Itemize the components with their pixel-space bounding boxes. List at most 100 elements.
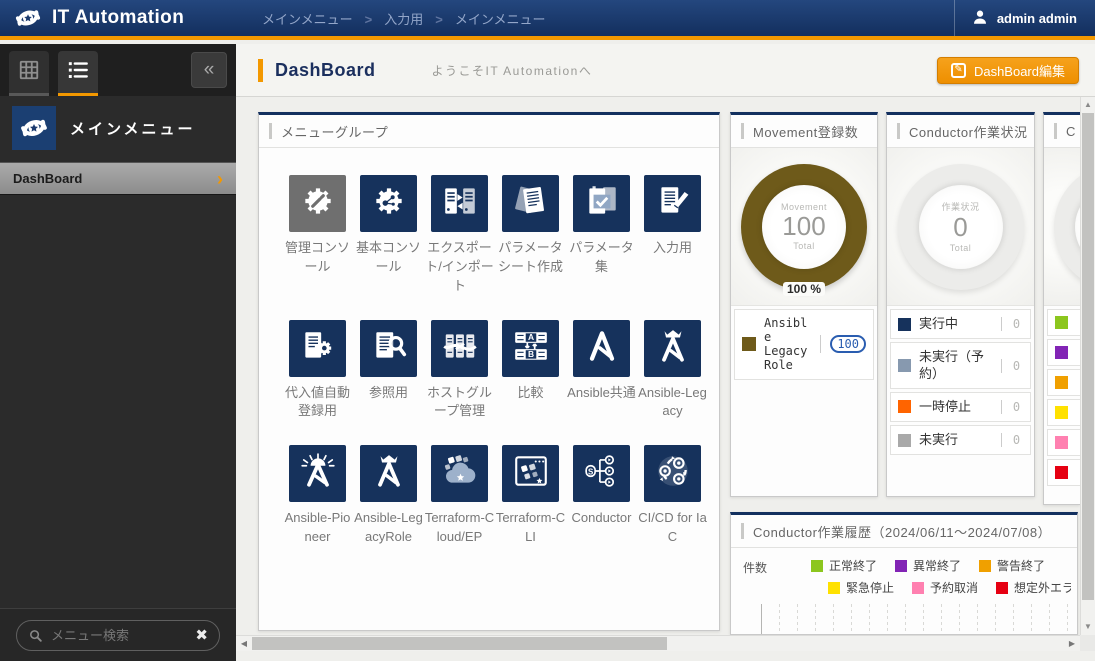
donut-total-label: Total <box>793 241 815 251</box>
history-legend-label: 警告終了 <box>997 557 1045 574</box>
dashboard-edit-button[interactable]: ✎ DashBoard編集 <box>937 57 1079 84</box>
history-legend-item: 異常終了 <box>895 557 961 574</box>
menu-group-tile[interactable]: 基本コンソール <box>353 175 424 296</box>
breadcrumb-item[interactable]: 入力用 <box>384 9 455 28</box>
history-y-axis-label: 件数 <box>743 559 767 596</box>
legend-color-swatch <box>811 560 823 572</box>
vertical-scrollbar[interactable]: ▲ ▼ <box>1080 97 1095 635</box>
dashboard-content: メニューグループ 管理コンソール 基本コンソール エクスポート/インポート <box>236 97 1080 635</box>
menu-tile-label: 参照用 <box>353 384 424 403</box>
breadcrumb-item[interactable]: メインメニュー <box>455 9 546 28</box>
menu-group-tile[interactable]: CI/CD for IaC <box>637 445 708 547</box>
menu-tile-icon <box>441 452 479 495</box>
it-automation-app: IT Automation メインメニュー入力用メインメニュー admin ad… <box>0 0 1095 661</box>
menu-group-tile[interactable]: Terraform-CLI <box>495 445 566 547</box>
menu-group-title: メニューグループ <box>281 122 388 141</box>
menu-group-tile[interactable]: AB 比較 <box>495 320 566 422</box>
scroll-down-arrow-icon[interactable]: ▼ <box>1081 620 1095 634</box>
movement-panel-title: Movement登録数 <box>753 122 858 141</box>
history-legend-item: 警告終了 <box>979 557 1045 574</box>
menu-group-tile[interactable]: Terraform-Cloud/EP <box>424 445 495 547</box>
menu-group-tile[interactable]: パラメータ集 <box>566 175 637 296</box>
scrollbar-corner <box>1080 635 1095 651</box>
horizontal-scroll-thumb[interactable] <box>252 637 667 650</box>
legend-color-swatch <box>1055 376 1068 389</box>
scroll-right-arrow-icon[interactable]: ▶ <box>1065 636 1079 651</box>
clipped-legend-row <box>1047 399 1080 426</box>
grid-icon <box>18 59 40 86</box>
menu-group-tile[interactable]: エクスポート/インポート <box>424 175 495 296</box>
horizontal-scrollbar[interactable]: ◀ ▶ <box>236 635 1080 651</box>
menu-tile-label: Ansible共通 <box>566 384 637 403</box>
user-menu[interactable]: admin admin <box>954 0 1095 36</box>
history-legend-label: 異常終了 <box>913 557 961 574</box>
svg-text:S: S <box>587 468 592 477</box>
menu-group-tile[interactable]: Ansible-LegacyRole <box>353 445 424 547</box>
history-legend-label: 想定外エラー <box>1014 579 1071 596</box>
menu-group-tile[interactable]: Ansible-Pioneer <box>282 445 353 547</box>
movement-percent-label: 100 % <box>783 282 825 296</box>
history-bar-chart-area <box>761 604 1077 635</box>
sidebar-item-dashboard[interactable]: DashBoard › <box>0 162 236 195</box>
status-legend-label: 一時停止 <box>919 399 993 415</box>
legend-color-swatch <box>1055 406 1068 419</box>
legend-color-swatch <box>898 400 911 413</box>
clipped-legend-row <box>1047 339 1080 366</box>
legend-color-swatch <box>898 359 911 372</box>
breadcrumb: メインメニュー入力用メインメニュー <box>236 9 954 28</box>
menu-group-tile[interactable]: 参照用 <box>353 320 424 422</box>
menu-search-input[interactable] <box>51 628 187 643</box>
menu-tile-label: 代入値自動登録用 <box>282 384 353 422</box>
status-legend-count: 0 <box>1001 433 1023 447</box>
menu-tile-icon: AB <box>512 327 550 370</box>
sidebar-menu-header: メインメニュー <box>0 96 236 162</box>
tab-grid-view[interactable] <box>9 51 49 96</box>
conductor-donut-zone: 作業状況 0 Total <box>887 148 1034 306</box>
status-legend-label: 実行中 <box>919 316 993 332</box>
menu-tile-label: Terraform-CLI <box>495 509 566 547</box>
menu-tile-icon <box>654 327 692 370</box>
menu-tile-icon <box>299 452 337 495</box>
menu-group-tile[interactable]: S Conductor <box>566 445 637 547</box>
clipped-panel-title: C <box>1066 124 1076 139</box>
history-legend-label: 正常終了 <box>829 557 877 574</box>
clear-search-icon[interactable]: ✖ <box>195 628 208 643</box>
menu-tile-grid: 管理コンソール 基本コンソール エクスポート/インポート パラメータシート作成 <box>259 148 719 547</box>
menu-group-tile[interactable]: 入力用 <box>637 175 708 296</box>
menu-group-tile[interactable]: Ansible-Legacy <box>637 320 708 422</box>
menu-group-tile[interactable]: ホストグループ管理 <box>424 320 495 422</box>
menu-group-tile[interactable]: 代入値自動登録用 <box>282 320 353 422</box>
history-legend-item: 想定外エラー <box>996 579 1071 596</box>
menu-tile-label: パラメータ集 <box>566 239 637 277</box>
menu-tile-label: 基本コンソール <box>353 239 424 277</box>
tab-list-view[interactable] <box>58 51 98 96</box>
scroll-up-arrow-icon[interactable]: ▲ <box>1081 98 1095 112</box>
menu-group-tile[interactable]: 管理コンソール <box>282 175 353 296</box>
sidebar-collapse-button[interactable]: « <box>191 52 227 88</box>
welcome-text: ようこそIT Automationへ <box>432 62 593 79</box>
legend-color-swatch <box>1055 436 1068 449</box>
menu-tile-icon <box>654 182 692 225</box>
menu-group-tile[interactable]: パラメータシート作成 <box>495 175 566 296</box>
movement-legend-row: Ansible Legacy Role 100 <box>734 309 874 380</box>
main-area: DashBoard ようこそIT Automationへ ✎ DashBoard… <box>236 44 1095 661</box>
svg-text:A: A <box>527 332 533 342</box>
sidebar-item-label: DashBoard <box>13 171 82 186</box>
app-logo-area[interactable]: IT Automation <box>0 3 236 33</box>
vertical-scroll-thumb[interactable] <box>1082 113 1094 600</box>
legend-color-swatch <box>1055 346 1068 359</box>
history-legend-label: 予約取消 <box>930 579 978 596</box>
menu-group-tile[interactable]: Ansible共通 <box>566 320 637 422</box>
search-icon <box>28 628 43 643</box>
panel-header: C <box>1044 115 1080 148</box>
conductor-history-panel: Conductor作業履歴（2024/06/11～2024/07/08） 件数 … <box>730 512 1078 635</box>
breadcrumb-item[interactable]: メインメニュー <box>262 9 384 28</box>
edit-pencil-icon: ✎ <box>951 63 966 78</box>
chevron-double-left-icon: « <box>204 59 215 81</box>
scroll-left-arrow-icon[interactable]: ◀ <box>237 636 251 651</box>
legend-color-swatch <box>898 434 911 447</box>
menu-tile-label: 比較 <box>495 384 566 403</box>
status-legend-count: 0 <box>1001 359 1023 373</box>
legend-color-swatch <box>912 582 924 594</box>
sidebar-menu-title: メインメニュー <box>70 118 196 139</box>
